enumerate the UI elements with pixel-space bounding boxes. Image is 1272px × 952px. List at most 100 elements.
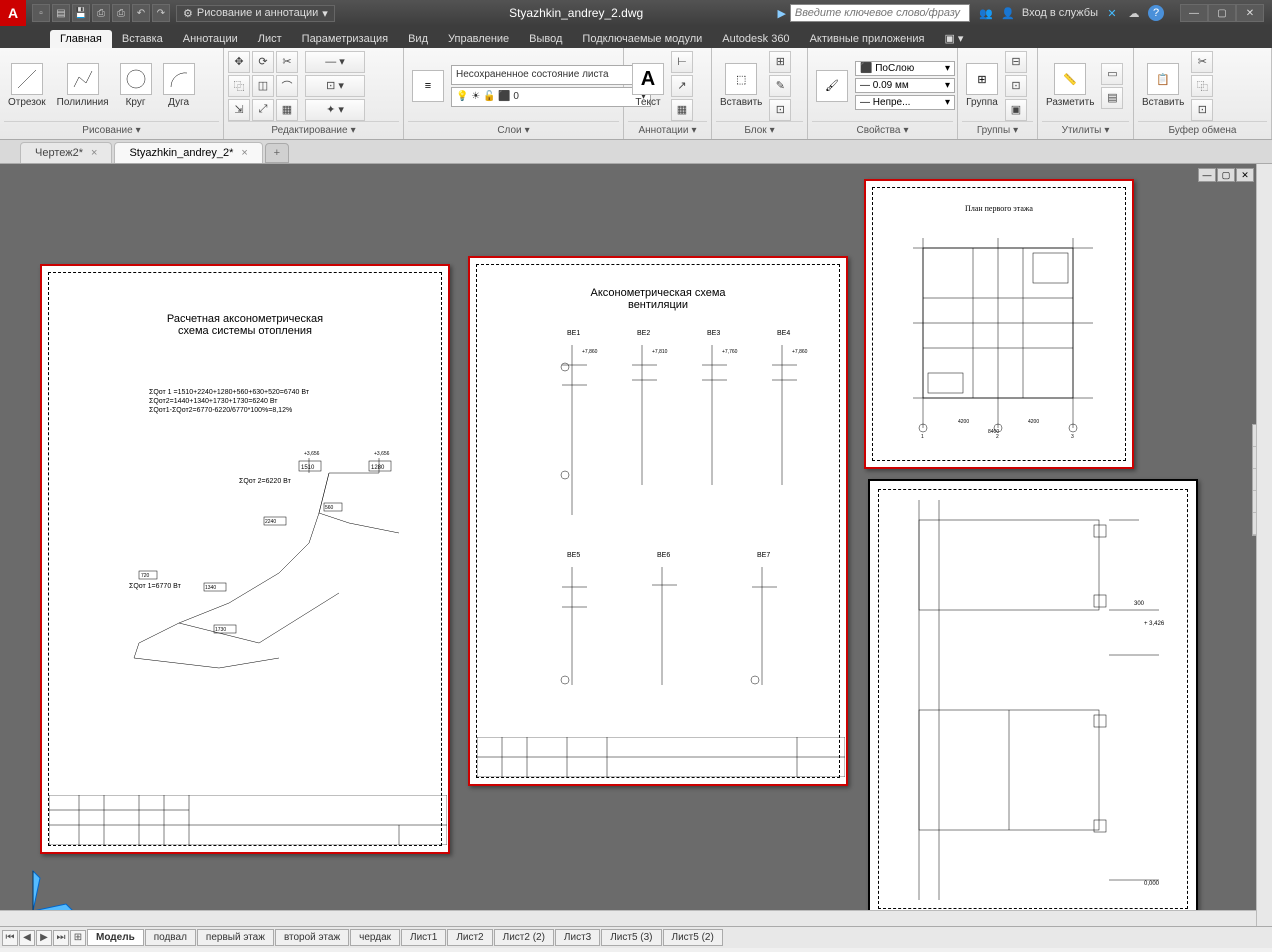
paste-button[interactable]: 📋Вставить [1138,61,1188,110]
layout-tab[interactable]: подвал [145,929,196,946]
ltab-first-icon[interactable]: ⏮ [2,930,18,946]
text-button[interactable]: AТекст [628,61,668,110]
copy-clip-icon[interactable]: ⿻ [1191,75,1213,97]
array-icon[interactable]: ▦ [276,99,298,121]
tab-home[interactable]: Главная [50,30,112,48]
tab-a360[interactable]: Autodesk 360 [712,30,799,48]
match-props-button[interactable]: 🖌 [812,68,852,104]
layout-tab[interactable]: Лист2 [447,929,492,946]
ltab-next-icon[interactable]: ▶ [36,930,52,946]
select-icon[interactable]: ▭ [1101,63,1123,85]
vp-close-button[interactable]: ✕ [1236,168,1254,182]
layout-tab-model[interactable]: Модель [87,929,144,946]
attr-icon[interactable]: ⊡ [769,99,791,121]
qat-save-icon[interactable]: 💾 [72,4,90,22]
ltab-list-icon[interactable]: ⊞ [70,930,86,946]
trim-icon[interactable]: ✂ [276,51,298,73]
vp-max-button[interactable]: ▢ [1217,168,1235,182]
create-block-icon[interactable]: ⊞ [769,51,791,73]
tab-manage[interactable]: Управление [438,30,519,48]
panel-block-title[interactable]: Блок ▾ [716,121,803,137]
extend-icon[interactable]: — ▾ [305,51,365,73]
tab-plugins[interactable]: Подключаемые модули [572,30,712,48]
edit-block-icon[interactable]: ✎ [769,75,791,97]
horizontal-scrollbar[interactable] [0,910,1256,926]
linetype-dropdown[interactable]: — Непре...▾ [855,95,955,110]
panel-groups-title[interactable]: Группы ▾ [962,121,1033,137]
layout-tab[interactable]: Лист1 [401,929,446,946]
table-icon[interactable]: ▦ [671,99,693,121]
app-icon[interactable]: A [0,0,26,26]
line-button[interactable]: Отрезок [4,61,50,110]
close-icon[interactable]: × [241,147,247,159]
layout-tab[interactable]: второй этаж [275,929,349,946]
tab-annotate[interactable]: Аннотации [173,30,248,48]
infocenter-icon[interactable]: 👥 [978,5,994,21]
tab-insert[interactable]: Вставка [112,30,173,48]
search-input[interactable] [790,4,970,22]
panel-modify-title[interactable]: Редактирование ▾ [228,121,399,137]
close-button[interactable]: ✕ [1236,4,1264,22]
qat-plot-icon[interactable]: ⎙ [112,4,130,22]
panel-annot-title[interactable]: Аннотации ▾ [628,121,707,137]
calc-icon[interactable]: ▤ [1101,87,1123,109]
stretch-icon[interactable]: ⇲ [228,99,250,121]
layout-tab[interactable]: чердак [350,929,400,946]
layout-tab[interactable]: Лист2 (2) [494,929,554,946]
color-dropdown[interactable]: ⬛ ПоСлою▾ [855,61,955,76]
ungroup-icon[interactable]: ⊟ [1005,51,1027,73]
file-tab-1[interactable]: Чертеж2*× [20,142,112,163]
group-sel-icon[interactable]: ▣ [1005,99,1027,121]
lineweight-dropdown[interactable]: — 0.09 мм▾ [855,78,955,93]
qat-saveas-icon[interactable]: ⎙ [92,4,110,22]
tab-view[interactable]: Вид [398,30,438,48]
vertical-scrollbar[interactable] [1256,164,1272,926]
explode-icon[interactable]: ✦ ▾ [305,99,365,121]
layer-props-button[interactable]: ≡ [408,68,448,104]
paste-spec-icon[interactable]: ⊡ [1191,99,1213,121]
tab-focus-icon[interactable]: ▣ ▾ [934,29,973,48]
measure-button[interactable]: 📏Разметить [1042,61,1098,110]
cloud-icon[interactable]: ☁ [1126,5,1142,21]
ltab-last-icon[interactable]: ⏭ [53,930,69,946]
panel-layers-title[interactable]: Слои ▾ [408,121,619,137]
ltab-prev-icon[interactable]: ◀ [19,930,35,946]
tab-parametric[interactable]: Параметризация [292,30,398,48]
circle-button[interactable]: Круг [116,61,156,110]
qat-new-icon[interactable]: ▫ [32,4,50,22]
vp-min-button[interactable]: — [1198,168,1216,182]
exchange-icon[interactable]: ✕ [1104,5,1120,21]
scale-icon[interactable]: ⤢ [252,99,274,121]
layout-tab[interactable]: Лист3 [555,929,600,946]
polyline-button[interactable]: Полилиния [53,61,113,110]
cut-icon[interactable]: ✂ [1191,51,1213,73]
offset-icon[interactable]: ⊡ ▾ [305,75,365,97]
tab-express[interactable]: Активные приложения [800,30,935,48]
group-button[interactable]: ⊞Группа [962,61,1002,110]
search-play-icon[interactable]: ▶ [777,7,785,20]
panel-utils-title[interactable]: Утилиты ▾ [1042,121,1129,137]
dim-icon[interactable]: ⊢ [671,51,693,73]
workspace-dropdown[interactable]: ⚙ Рисование и аннотации ▾ [176,5,335,22]
leader-icon[interactable]: ↗ [671,75,693,97]
panel-draw-title[interactable]: Рисование ▾ [4,121,219,137]
panel-props-title[interactable]: Свойства ▾ [812,121,953,137]
layout-tab[interactable]: Лист5 (2) [663,929,723,946]
signin-label[interactable]: Вход в службы [1022,7,1098,19]
group-edit-icon[interactable]: ⊡ [1005,75,1027,97]
insert-block-button[interactable]: ⬚Вставить [716,61,766,110]
qat-redo-icon[interactable]: ↷ [152,4,170,22]
arc-button[interactable]: Дуга [159,61,199,110]
layout-tab[interactable]: первый этаж [197,929,274,946]
maximize-button[interactable]: ▢ [1208,4,1236,22]
new-tab-button[interactable]: + [265,143,289,163]
copy-icon[interactable]: ⿻ [228,75,250,97]
minimize-button[interactable]: — [1180,4,1208,22]
signin-icon[interactable]: 👤 [1000,5,1016,21]
tab-output[interactable]: Вывод [519,30,572,48]
help-icon[interactable]: ? [1148,5,1164,21]
mirror-icon[interactable]: ◫ [252,75,274,97]
file-tab-2[interactable]: Styazhkin_andrey_2*× [114,142,262,163]
fillet-icon[interactable]: ⌒ [276,75,298,97]
rotate-icon[interactable]: ⟳ [252,51,274,73]
